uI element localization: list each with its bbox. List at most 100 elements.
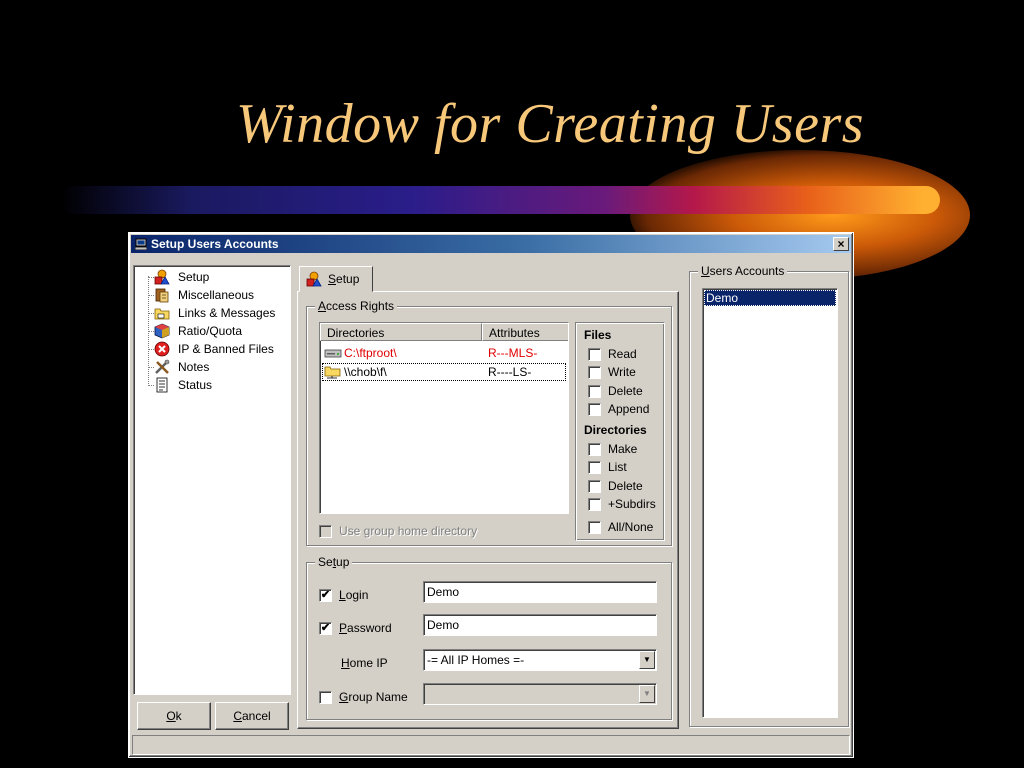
home-ip-value: -= All IP Homes =- xyxy=(427,653,525,667)
ok-mnemonic: O xyxy=(166,709,176,723)
login-field[interactable]: Demo xyxy=(423,581,657,603)
users-accounts-group: Users Accounts Demo xyxy=(689,264,849,727)
password-checkbox[interactable]: ✔ xyxy=(319,622,332,635)
password-label: Password xyxy=(339,621,392,635)
check-icon: ✔ xyxy=(320,589,331,601)
dirs-make-label: Make xyxy=(608,442,638,456)
miscellaneous-book-icon xyxy=(155,288,169,303)
tree-item-label: Miscellaneous xyxy=(178,288,255,302)
password-mnemonic: P xyxy=(339,621,348,635)
dirs-subdirs-label: +Subdirs xyxy=(608,497,656,511)
group-name-checkbox[interactable] xyxy=(319,691,332,704)
files-delete-label: Delete xyxy=(608,384,643,398)
access-rights-mnemonic: A xyxy=(318,299,327,313)
dirs-subdirs-checkbox[interactable] xyxy=(588,498,601,511)
status-document-icon xyxy=(156,377,168,393)
password-field[interactable]: Demo xyxy=(423,614,657,636)
dirs-list-checkbox[interactable] xyxy=(588,461,601,474)
ok-button[interactable]: Ok xyxy=(137,702,211,730)
files-read-checkbox[interactable] xyxy=(588,348,601,361)
directory-attributes: R---MLS- xyxy=(488,346,538,360)
check-icon: ✔ xyxy=(320,622,331,634)
close-button[interactable]: × xyxy=(833,237,849,251)
tree-item-label: Notes xyxy=(178,360,210,374)
slide-title: Window for Creating Users xyxy=(236,93,865,155)
tab-label-rest: etup xyxy=(336,272,360,286)
user-list-item[interactable]: Demo xyxy=(704,290,836,306)
group-name-mnemonic: G xyxy=(339,690,349,704)
directory-row[interactable]: C:\ftproot\ R---MLS- xyxy=(322,344,566,362)
all-none-label: All/None xyxy=(608,520,654,534)
tree-item-label: Status xyxy=(178,378,213,392)
tree-item-label: Setup xyxy=(178,270,210,284)
directory-row[interactable]: \\chob\f\ R----LS- xyxy=(322,363,566,381)
dirs-delete-checkbox[interactable] xyxy=(588,480,601,493)
chevron-down-icon[interactable]: ▼ xyxy=(639,685,655,703)
users-accounts-list[interactable]: Demo xyxy=(702,288,838,718)
tree-item-label: Ratio/Quota xyxy=(178,324,243,338)
status-bar xyxy=(132,735,850,755)
chevron-down-icon[interactable]: ▼ xyxy=(639,651,655,669)
use-group-home-label: Use group home directory xyxy=(339,524,478,538)
files-append-checkbox[interactable] xyxy=(588,403,601,416)
access-rights-legend: Access Rights xyxy=(315,299,398,313)
files-write-checkbox[interactable] xyxy=(588,366,601,379)
login-mnemonic: L xyxy=(339,588,346,602)
access-rights-legend-rest: ccess Rights xyxy=(326,299,395,313)
dirs-make-checkbox[interactable] xyxy=(588,443,601,456)
directories-title: Directories xyxy=(584,423,647,437)
setup-legend: Setup xyxy=(315,555,353,569)
group-name-dropdown[interactable]: ▼ xyxy=(423,683,657,705)
column-header-attributes[interactable]: Attributes xyxy=(482,323,568,341)
cancel-mnemonic: C xyxy=(233,709,242,723)
group-name-label-rest: roup Name xyxy=(348,690,408,704)
tree-item-label: Links & Messages xyxy=(178,306,276,320)
decorative-swoosh-bar xyxy=(60,186,940,214)
dirs-list-label: List xyxy=(608,460,627,474)
setup-shapes-icon xyxy=(154,269,170,285)
ratio-cube-icon xyxy=(154,323,170,339)
setup-legend-rest: up xyxy=(336,555,350,569)
users-accounts-legend-rest: sers Accounts xyxy=(709,264,785,278)
directory-attributes: R----LS- xyxy=(488,365,532,379)
files-title: Files xyxy=(584,328,612,342)
home-ip-dropdown[interactable]: -= All IP Homes =- ▼ xyxy=(423,649,657,671)
directory-path: C:\ftproot\ xyxy=(344,346,397,360)
home-ip-label: Home IP xyxy=(341,656,388,670)
tab-setup[interactable]: Setup xyxy=(299,266,373,292)
access-rights-group: Access Rights Directories Attributes C:\… xyxy=(306,299,672,546)
tab-mnemonic: S xyxy=(328,272,337,286)
login-label-rest: ogin xyxy=(345,588,369,602)
tab-panel: Access Rights Directories Attributes C:\… xyxy=(297,291,679,729)
drive-icon xyxy=(324,349,342,358)
home-ip-mnemonic: H xyxy=(341,656,350,670)
navigation-tree[interactable]: Setup Miscellaneous Links & Messages Rat… xyxy=(133,265,291,695)
use-group-home-checkbox[interactable] xyxy=(319,525,332,538)
users-accounts-mnemonic: U xyxy=(701,264,710,278)
login-checkbox[interactable]: ✔ xyxy=(319,589,332,602)
cancel-button[interactable]: Cancel xyxy=(215,702,289,730)
setup-group: Setup ✔ Login Demo ✔ Password Demo Home … xyxy=(306,555,672,720)
files-append-label: Append xyxy=(608,402,650,416)
home-ip-label-rest: ome IP xyxy=(349,656,388,670)
window-titlebar[interactable]: Setup Users Accounts × xyxy=(131,235,851,253)
close-icon: × xyxy=(837,237,845,251)
window-title: Setup Users Accounts xyxy=(151,237,279,251)
directories-list[interactable]: Directories Attributes C:\ftproot\ R---M… xyxy=(319,322,569,514)
user-list-item-label: Demo xyxy=(706,291,739,305)
files-delete-checkbox[interactable] xyxy=(588,385,601,398)
ok-label-rest: k xyxy=(175,709,182,723)
login-label: Login xyxy=(339,588,368,602)
setup-shapes-icon xyxy=(306,271,322,287)
setup-legend-pre: Se xyxy=(318,555,333,569)
files-read-label: Read xyxy=(608,347,637,361)
users-accounts-legend: Users Accounts xyxy=(698,264,788,278)
notes-tools-icon xyxy=(155,359,170,374)
cancel-label-rest: ancel xyxy=(241,709,271,723)
password-label-rest: assword xyxy=(347,621,392,635)
files-write-label: Write xyxy=(608,365,636,379)
all-none-checkbox[interactable] xyxy=(588,521,601,534)
permissions-panel: Files Read Write Delete Append Directori… xyxy=(575,322,665,541)
column-header-directories[interactable]: Directories xyxy=(320,323,482,341)
tree-item-label: IP & Banned Files xyxy=(178,342,274,356)
